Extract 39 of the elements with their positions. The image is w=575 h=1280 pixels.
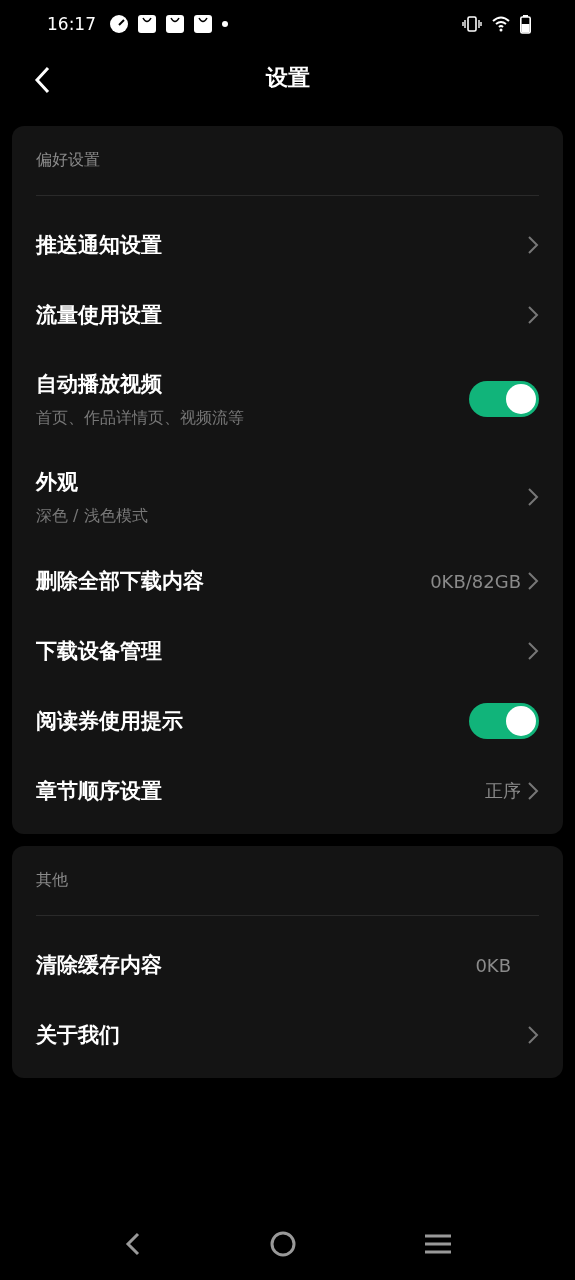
chevron-icon (527, 1025, 539, 1045)
setting-description: 深色 / 浅色模式 (36, 505, 148, 527)
toggle-switch[interactable] (469, 381, 539, 417)
status-time: 16:17 (47, 14, 96, 34)
setting-label[interactable]: 章节顺序设置 (36, 777, 162, 805)
wifi-icon (492, 16, 510, 32)
gauge-icon (110, 15, 128, 33)
setting-label[interactable]: 清除缓存内容 (36, 951, 162, 979)
setting-label[interactable]: 推送通知设置 (36, 231, 162, 259)
chevron-icon (527, 641, 539, 661)
bag-icon (194, 15, 212, 33)
chevron-icon (527, 571, 539, 591)
chevron-icon (527, 235, 539, 255)
chevron-icon (527, 487, 539, 507)
setting-label[interactable]: 自动播放视频 (36, 369, 244, 398)
setting-label[interactable]: 阅读券使用提示 (36, 707, 183, 735)
row-value: 0KB (475, 954, 511, 976)
toggle-switch[interactable] (469, 703, 539, 739)
chevron-icon (527, 305, 539, 325)
back-icon[interactable] (124, 1232, 141, 1256)
menu-icon[interactable] (424, 1233, 451, 1255)
page-title: 设置 (265, 64, 310, 92)
bag-icon (166, 15, 184, 33)
vibrate-icon (462, 16, 482, 32)
row-value: 正序 (485, 779, 521, 803)
setting-label[interactable]: 删除全部下载内容 (36, 567, 204, 595)
bag-icon (138, 15, 156, 33)
setting-label[interactable]: 外观 (36, 467, 148, 496)
battery-icon (520, 14, 531, 34)
home-icon[interactable] (269, 1231, 296, 1257)
row-value: 0KB/82GB (430, 570, 521, 592)
setting-label[interactable]: 流量使用设置 (36, 301, 162, 329)
section-title: 其他 (36, 846, 539, 916)
setting-description: 首页、作品详情页、视频流等 (36, 407, 244, 429)
setting-label[interactable]: 关于我们 (36, 1021, 120, 1049)
dot-icon (222, 21, 228, 27)
section-title: 偏好设置 (36, 126, 539, 196)
chevron-icon (527, 781, 539, 801)
setting-label[interactable]: 下载设备管理 (36, 637, 162, 665)
